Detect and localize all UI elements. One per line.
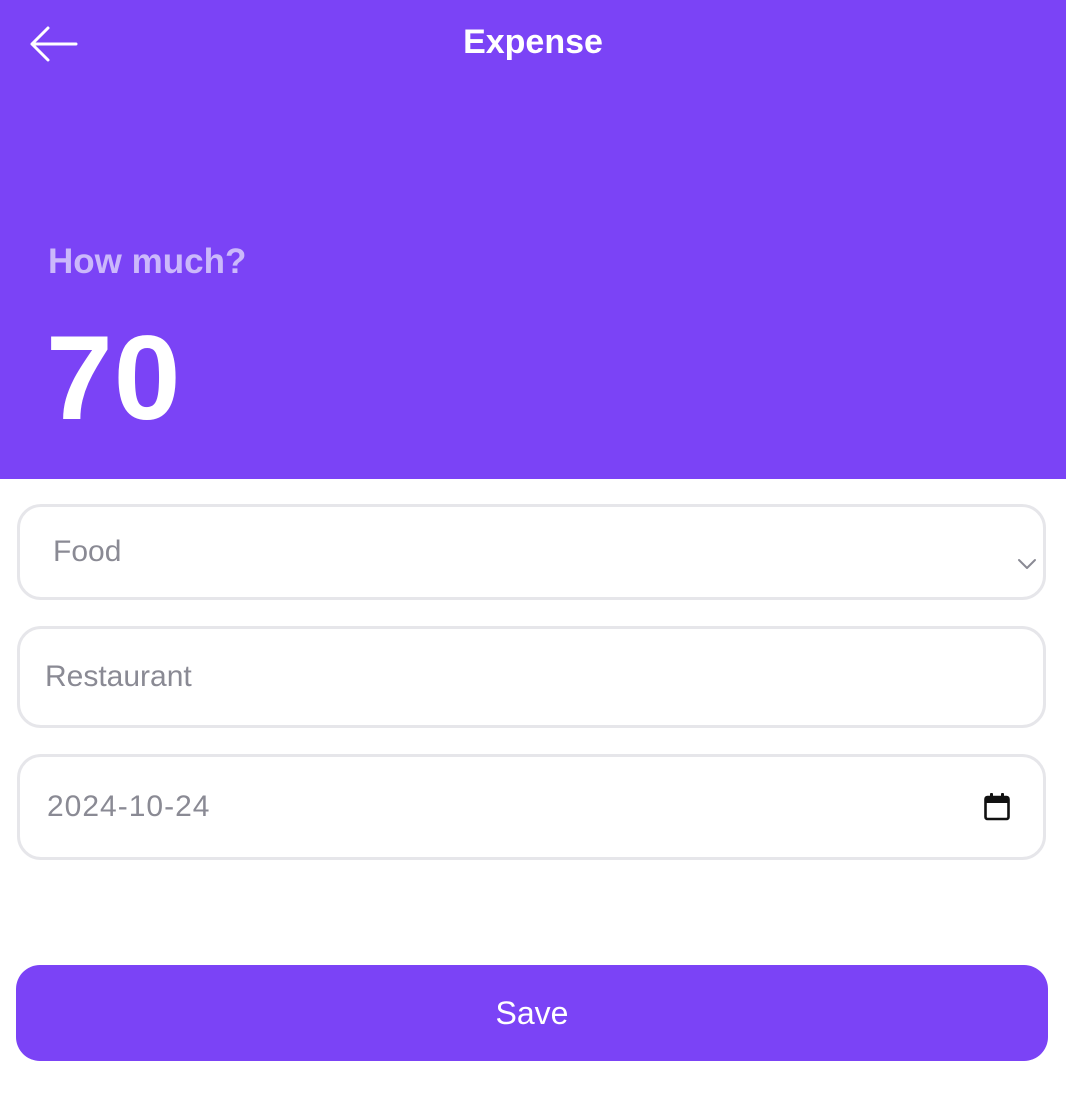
chevron-down-icon	[1017, 545, 1037, 569]
date-input[interactable]: 2024-10-24	[17, 754, 1046, 860]
category-select[interactable]: Food	[17, 504, 1046, 600]
amount-label: How much?	[48, 242, 247, 281]
header: Expense How much? 70	[0, 0, 1066, 479]
calendar-icon[interactable]	[983, 792, 1011, 822]
description-input[interactable]: Restaurant	[17, 626, 1046, 728]
save-button[interactable]: Save	[16, 965, 1048, 1061]
description-value: Restaurant	[45, 660, 192, 693]
page-title: Expense	[463, 23, 603, 61]
category-selected-value: Food	[53, 535, 122, 568]
date-value: 2024-10-24	[47, 790, 211, 823]
amount-value[interactable]: 70	[46, 318, 181, 438]
